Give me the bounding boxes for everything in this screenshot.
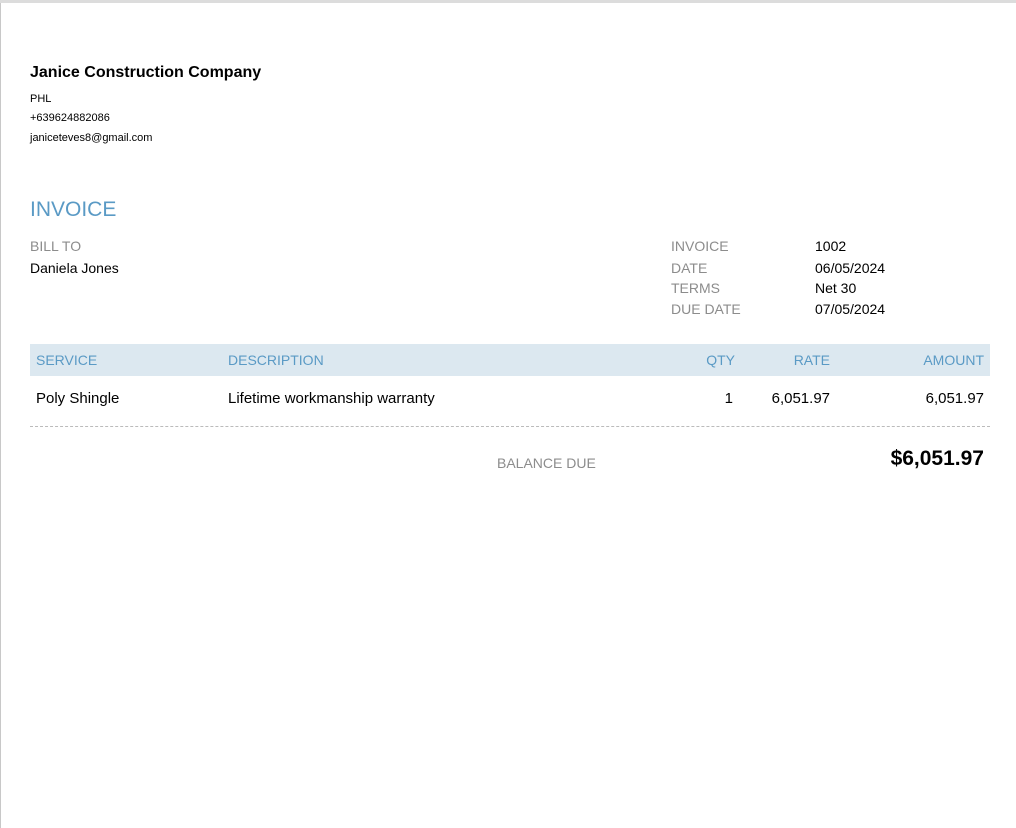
due-date-label: DUE DATE xyxy=(671,301,741,317)
invoice-number-value: 1002 xyxy=(815,238,847,254)
row-rate: 6,051.97 xyxy=(771,390,830,407)
balance-due-label: BALANCE DUE xyxy=(497,455,596,471)
viewer-top-border xyxy=(0,0,1016,3)
header-rate: RATE xyxy=(793,352,830,368)
bill-to-label: BILL TO xyxy=(30,238,82,254)
date-value: 06/05/2024 xyxy=(815,260,886,276)
row-qty: 1 xyxy=(724,390,733,407)
balance-due-value: $6,051.97 xyxy=(890,447,984,470)
header-qty: QTY xyxy=(706,352,735,368)
header-service: SERVICE xyxy=(36,352,98,368)
divider xyxy=(30,426,990,427)
table-header: SERVICE DESCRIPTION QTY RATE AMOUNT xyxy=(30,344,990,376)
row-amount: 6,051.97 xyxy=(925,390,984,407)
due-date-value: 07/05/2024 xyxy=(815,301,886,317)
viewer-left-border xyxy=(0,3,1,828)
company-phone: +639624882086 xyxy=(30,112,110,124)
company-email: janiceteves8@gmail.com xyxy=(30,132,153,144)
row-description: Lifetime workmanship warranty xyxy=(228,390,435,407)
header-description: DESCRIPTION xyxy=(228,352,324,368)
bill-to-name: Daniela Jones xyxy=(30,260,119,276)
terms-label: TERMS xyxy=(671,280,720,296)
invoice-title: INVOICE xyxy=(30,198,117,221)
terms-value: Net 30 xyxy=(815,280,857,296)
date-label: DATE xyxy=(671,260,708,276)
header-amount: AMOUNT xyxy=(923,352,984,368)
invoice-number-label: INVOICE xyxy=(671,238,729,254)
company-name: Janice Construction Company xyxy=(30,64,262,81)
company-location: PHL xyxy=(30,93,52,105)
row-service: Poly Shingle xyxy=(36,390,120,407)
